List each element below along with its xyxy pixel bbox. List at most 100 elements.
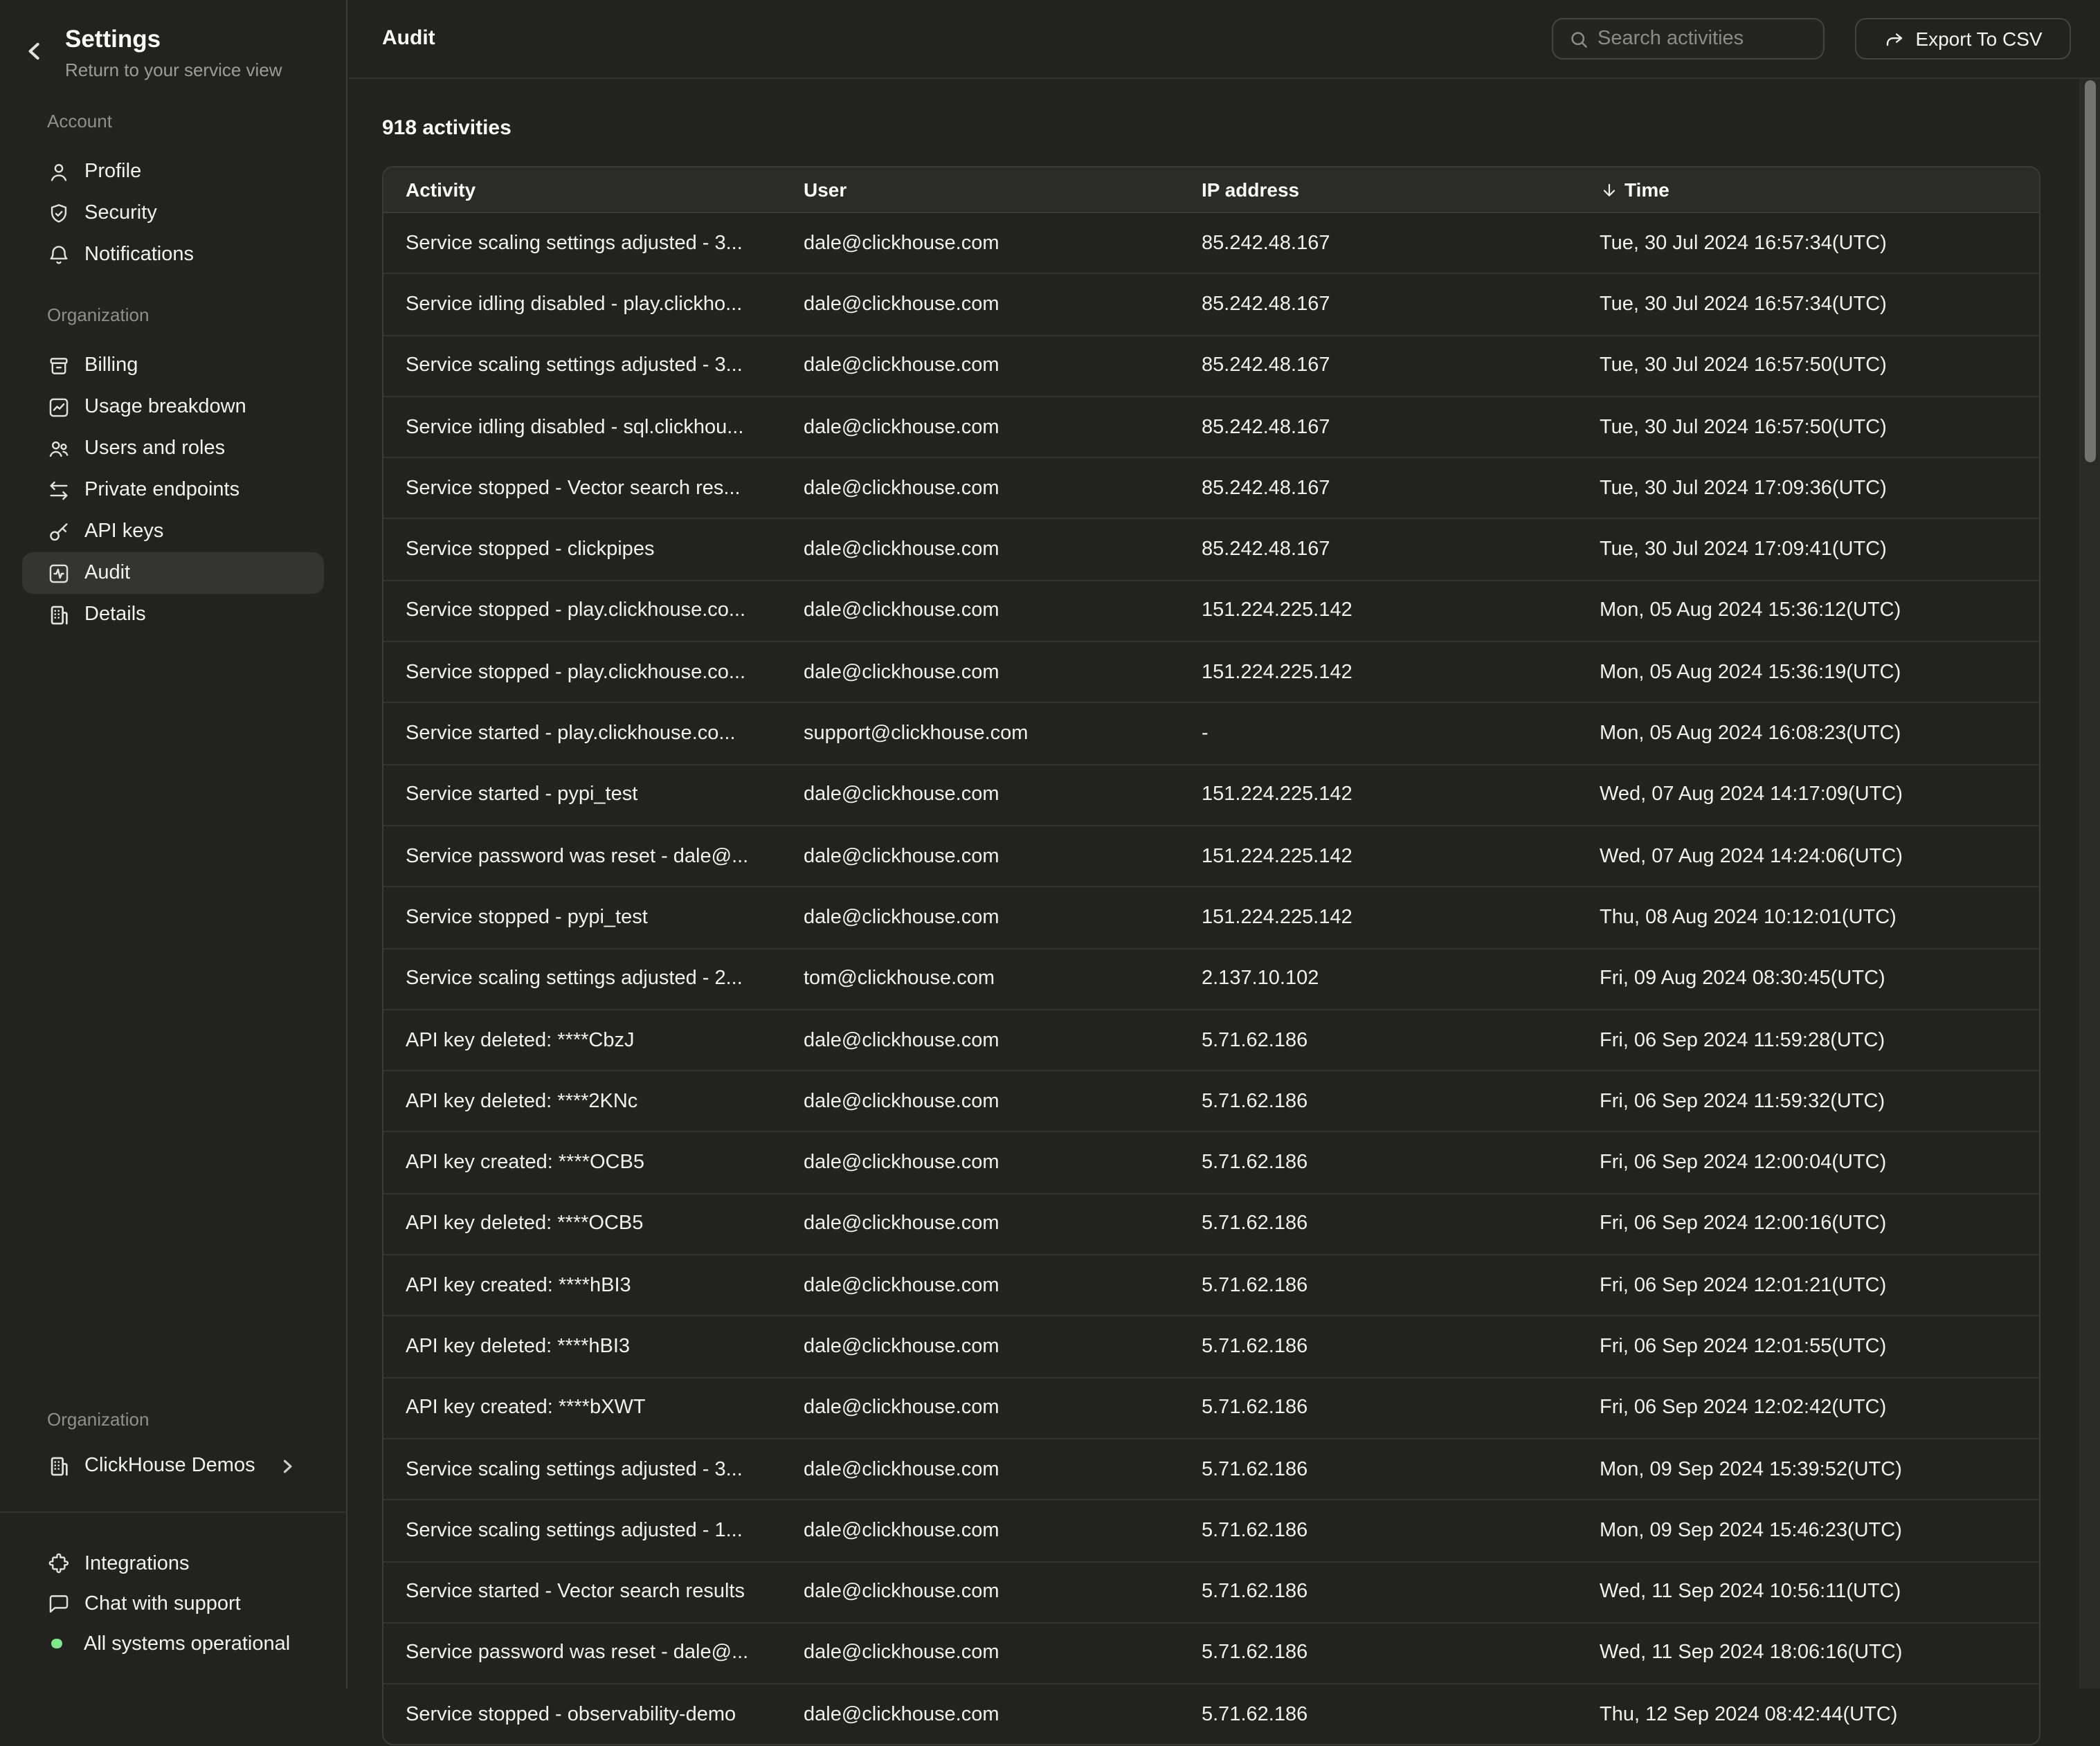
table-row[interactable]: Service stopped - play.clickhouse.co...d… xyxy=(383,642,2039,703)
cell-time: Wed, 11 Sep 2024 10:56:11(UTC) xyxy=(1577,1561,2039,1623)
cell-ip-address: 5.71.62.186 xyxy=(1179,1684,1577,1745)
swap-arrows-icon xyxy=(47,478,71,502)
column-label: User xyxy=(804,179,847,201)
puzzle-icon xyxy=(47,1552,71,1575)
cell-ip-address: 151.224.225.142 xyxy=(1179,826,1577,887)
table-row[interactable]: API key deleted: ****hBI3dale@clickhouse… xyxy=(383,1316,2039,1378)
table-row[interactable]: Service scaling settings adjusted - 3...… xyxy=(383,212,2039,274)
table-row[interactable]: Service password was reset - dale@...dal… xyxy=(383,826,2039,887)
sidebar-item-users-and-roles[interactable]: Users and roles xyxy=(22,428,324,469)
table-row[interactable]: Service idling disabled - play.clickho..… xyxy=(383,274,2039,336)
cell-time: Tue, 30 Jul 2024 17:09:36(UTC) xyxy=(1577,457,2039,519)
section-label: Organization xyxy=(0,304,346,327)
sidebar-item-chat-with-support[interactable]: Chat with support xyxy=(22,1583,324,1624)
audit-table-container: Activity User IP address Time Service sc… xyxy=(382,166,2040,1746)
table-row[interactable]: Service stopped - clickpipesdale@clickho… xyxy=(383,519,2039,581)
table-row[interactable]: Service stopped - Vector search res...da… xyxy=(383,457,2039,519)
chevron-right-icon xyxy=(275,1454,299,1477)
cell-time: Tue, 30 Jul 2024 16:57:34(UTC) xyxy=(1577,274,2039,336)
cell-ip-address: 85.242.48.167 xyxy=(1179,457,1577,519)
table-row[interactable]: API key deleted: ****CbzJdale@clickhouse… xyxy=(383,1010,2039,1071)
table-row[interactable]: Service stopped - observability-demodale… xyxy=(383,1684,2039,1745)
export-to-csv-button[interactable]: Export To CSV xyxy=(1855,18,2071,60)
sort-descending-icon xyxy=(1600,181,1618,199)
clickhouse-settings-window: Settings Return to your service view Acc… xyxy=(0,0,2100,1689)
cell-time: Tue, 30 Jul 2024 16:57:34(UTC) xyxy=(1577,212,2039,274)
table-row[interactable]: Service stopped - play.clickhouse.co...d… xyxy=(383,581,2039,642)
sidebar-item-integrations[interactable]: Integrations xyxy=(22,1543,324,1583)
sidebar-section-account: AccountProfileSecurityNotifications xyxy=(0,111,346,275)
cell-ip-address: 151.224.225.142 xyxy=(1179,887,1577,949)
table-row[interactable]: Service scaling settings adjusted - 2...… xyxy=(383,948,2039,1010)
cell-activity: Service scaling settings adjusted - 1... xyxy=(383,1500,781,1561)
usage-chart-icon xyxy=(47,395,71,419)
cell-user: dale@clickhouse.com xyxy=(781,1194,1179,1255)
column-header-user[interactable]: User xyxy=(781,167,1179,212)
back-button[interactable] xyxy=(19,36,50,66)
settings-title: Settings xyxy=(65,25,346,54)
sidebar-item-usage-breakdown[interactable]: Usage breakdown xyxy=(22,386,324,428)
status-indicator[interactable]: All systems operational xyxy=(22,1624,324,1664)
cell-time: Tue, 30 Jul 2024 16:57:50(UTC) xyxy=(1577,397,2039,458)
search-input[interactable] xyxy=(1597,21,1808,57)
table-row[interactable]: Service password was reset - dale@...dal… xyxy=(383,1623,2039,1684)
table-row[interactable]: API key created: ****hBI3dale@clickhouse… xyxy=(383,1255,2039,1316)
cell-user: dale@clickhouse.com xyxy=(781,826,1179,887)
sidebar-item-label: Security xyxy=(84,202,157,224)
cell-user: dale@clickhouse.com xyxy=(781,1623,1179,1684)
sidebar-item-private-endpoints[interactable]: Private endpoints xyxy=(22,469,324,511)
table-row[interactable]: Service idling disabled - sql.clickhou..… xyxy=(383,397,2039,458)
table-row[interactable]: Service started - pypi_testdale@clickhou… xyxy=(383,764,2039,826)
cell-time: Mon, 09 Sep 2024 15:46:23(UTC) xyxy=(1577,1500,2039,1561)
scrollbar-thumb[interactable] xyxy=(2084,80,2095,462)
cell-time: Thu, 08 Aug 2024 10:12:01(UTC) xyxy=(1577,887,2039,949)
sidebar-item-label: Usage breakdown xyxy=(84,396,246,418)
column-label: IP address xyxy=(1202,179,1299,201)
table-row[interactable]: API key deleted: ****OCB5dale@clickhouse… xyxy=(383,1194,2039,1255)
cell-activity: Service stopped - pypi_test xyxy=(383,887,781,949)
cell-ip-address: 5.71.62.186 xyxy=(1179,1010,1577,1071)
sidebar-item-api-keys[interactable]: API keys xyxy=(22,511,324,552)
audit-activity-icon xyxy=(47,561,71,585)
building-icon xyxy=(47,1454,71,1477)
column-header-ip-address[interactable]: IP address xyxy=(1179,167,1577,212)
cell-ip-address: 5.71.62.186 xyxy=(1179,1439,1577,1500)
sidebar-item-label: Profile xyxy=(84,161,141,183)
organization-switcher-section: Organization ClickHouse Demos xyxy=(0,1409,346,1486)
sidebar-item-label: Details xyxy=(84,603,146,626)
sidebar-item-label: Notifications xyxy=(84,244,194,266)
cell-ip-address: 5.71.62.186 xyxy=(1179,1316,1577,1378)
sidebar-item-security[interactable]: Security xyxy=(22,192,324,234)
table-row[interactable]: Service scaling settings adjusted - 1...… xyxy=(383,1500,2039,1561)
cell-user: dale@clickhouse.com xyxy=(781,274,1179,336)
chevron-left-icon xyxy=(19,36,50,66)
export-icon xyxy=(1883,28,1904,49)
sidebar-item-notifications[interactable]: Notifications xyxy=(22,234,324,275)
table-row[interactable]: Service scaling settings adjusted - 3...… xyxy=(383,335,2039,397)
table-row[interactable]: API key created: ****OCB5dale@clickhouse… xyxy=(383,1132,2039,1194)
sidebar-item-billing[interactable]: Billing xyxy=(22,345,324,386)
cell-user: dale@clickhouse.com xyxy=(781,1684,1179,1745)
table-row[interactable]: Service scaling settings adjusted - 3...… xyxy=(383,1439,2039,1500)
cell-ip-address: 5.71.62.186 xyxy=(1179,1132,1577,1194)
cell-ip-address: 151.224.225.142 xyxy=(1179,642,1577,703)
sidebar-item-profile[interactable]: Profile xyxy=(22,151,324,192)
table-row[interactable]: API key created: ****bXWTdale@clickhouse… xyxy=(383,1377,2039,1439)
column-header-time[interactable]: Time xyxy=(1577,167,2039,212)
sidebar-item-audit[interactable]: Audit xyxy=(22,552,324,594)
table-row[interactable]: API key deleted: ****2KNcdale@clickhouse… xyxy=(383,1071,2039,1132)
cell-activity: Service password was reset - dale@... xyxy=(383,826,781,887)
cell-activity: API key deleted: ****2KNc xyxy=(383,1071,781,1132)
cell-activity: Service started - Vector search results xyxy=(383,1561,781,1623)
org-switcher-clickhouse-demos[interactable]: ClickHouse Demos xyxy=(22,1445,324,1486)
table-row[interactable]: Service started - Vector search resultsd… xyxy=(383,1561,2039,1623)
table-row[interactable]: Service stopped - pypi_testdale@clickhou… xyxy=(383,887,2039,949)
column-header-activity[interactable]: Activity xyxy=(383,167,781,212)
sidebar-item-details[interactable]: Details xyxy=(22,594,324,635)
return-to-service-link[interactable]: Return to your service view xyxy=(65,60,346,82)
sidebar-item-label: Private endpoints xyxy=(84,479,239,501)
export-label: Export To CSV xyxy=(1915,28,2042,50)
table-row[interactable]: Service started - play.clickhouse.co...s… xyxy=(383,703,2039,765)
cell-ip-address: 85.242.48.167 xyxy=(1179,519,1577,581)
vertical-scrollbar[interactable] xyxy=(2079,79,2100,1689)
